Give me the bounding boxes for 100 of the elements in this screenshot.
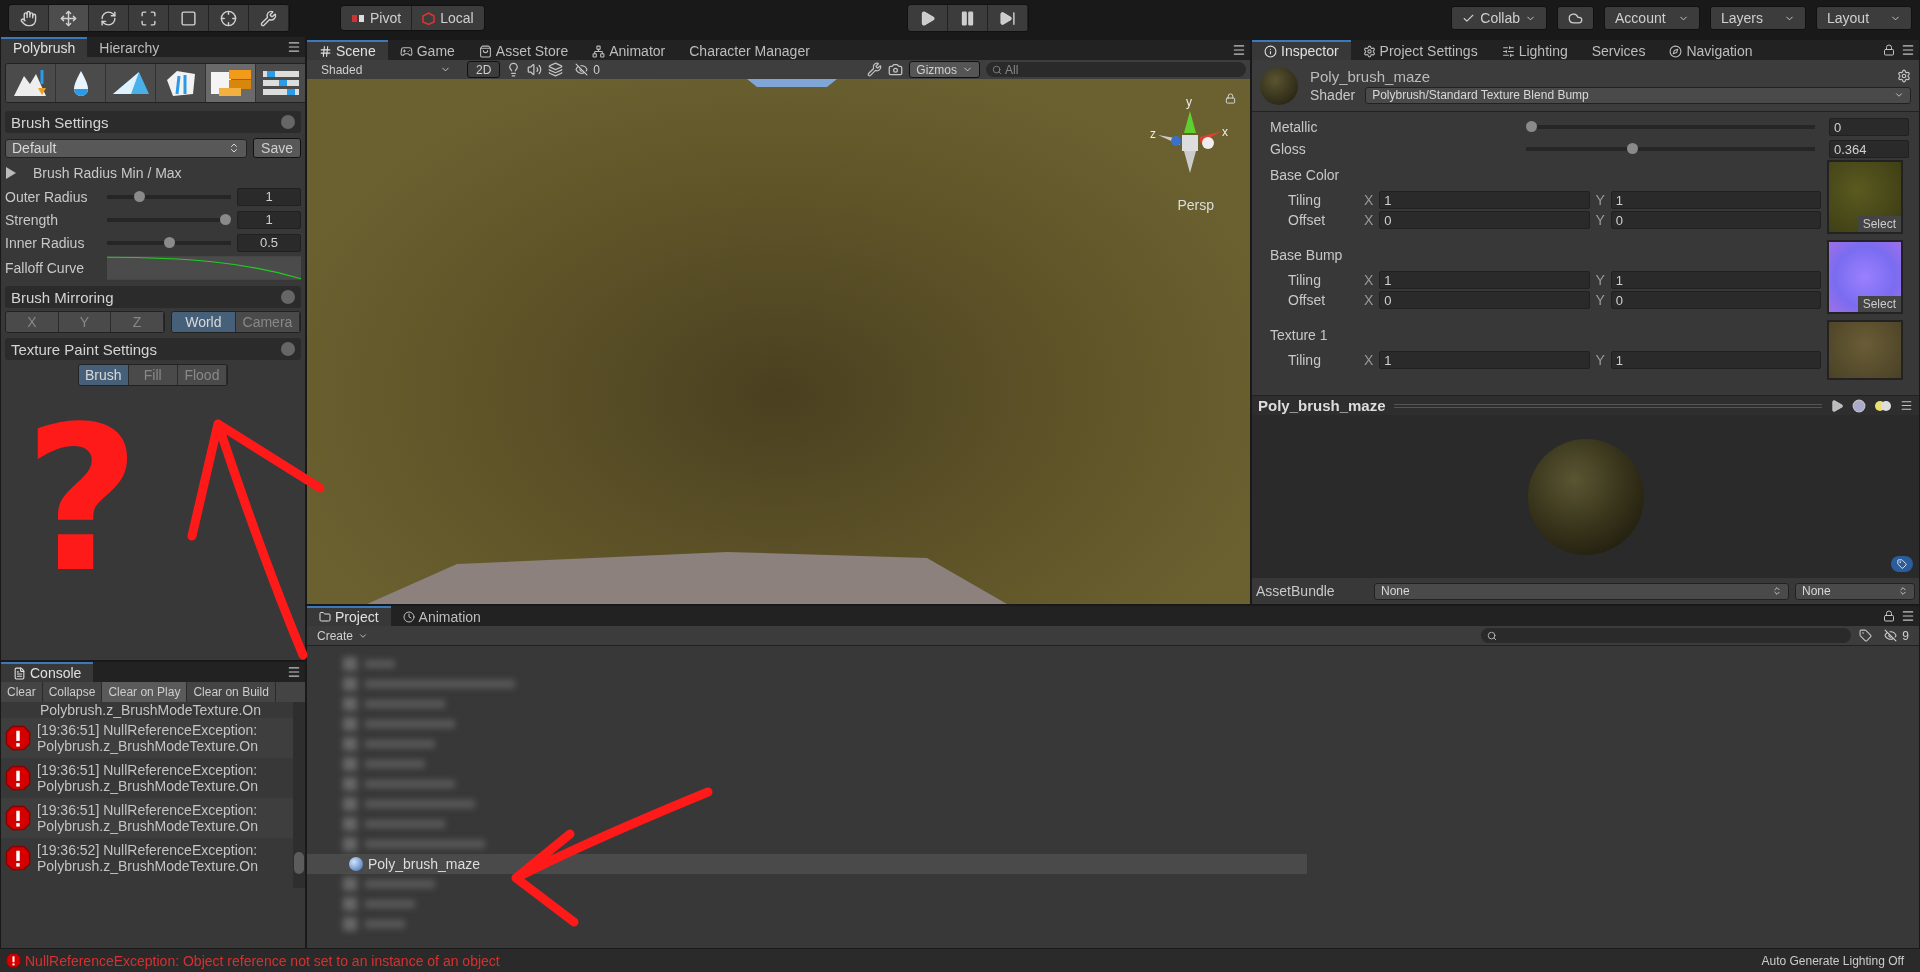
panel-tab[interactable]: Project Settings (1350, 40, 1490, 60)
number-field[interactable]: 1 (1610, 351, 1821, 369)
paint-mode-toggle[interactable]: Brush (79, 365, 129, 385)
number-field[interactable]: 0 (1829, 118, 1909, 136)
slider-thumb[interactable] (134, 190, 146, 202)
help-icon[interactable] (281, 342, 295, 356)
light-icon[interactable] (1874, 399, 1892, 412)
foldout-label[interactable]: Brush Radius Min / Max (33, 165, 182, 181)
number-field[interactable]: 0 (1610, 291, 1821, 309)
mode-button[interactable] (106, 64, 156, 102)
space-toggle[interactable]: World (171, 312, 236, 332)
texture-thumbnail[interactable] (1827, 320, 1903, 380)
hidden-objects-toggle[interactable]: 0 (569, 61, 607, 78)
settings-icon[interactable] (1897, 69, 1911, 83)
scrollbar[interactable] (293, 702, 305, 888)
mode-button[interactable] (56, 64, 106, 102)
number-field[interactable]: 0.364 (1829, 140, 1909, 158)
shader-dropdown[interactable]: Polybrush/Standard Texture Blend Bump (1365, 86, 1911, 104)
step-button[interactable] (987, 5, 1028, 31)
preset-dropdown[interactable]: Default (5, 138, 248, 158)
panel-tab[interactable]: Scene (307, 40, 388, 60)
number-field[interactable]: 0 (1610, 211, 1821, 229)
menu-icon[interactable] (1901, 609, 1915, 623)
slider-thumb[interactable] (220, 213, 231, 225)
tag-icon[interactable] (1859, 629, 1873, 642)
number-field[interactable]: 1 (237, 187, 301, 206)
menu-icon[interactable] (1232, 43, 1246, 57)
number-field[interactable]: 1 (1379, 351, 1590, 369)
menu-icon[interactable] (1901, 43, 1915, 57)
panel-tab[interactable]: Project (307, 606, 391, 626)
foldout-arrow-icon[interactable] (5, 166, 17, 180)
texture-thumbnail[interactable]: Select (1827, 160, 1903, 234)
mode-button[interactable] (6, 64, 56, 102)
account-dropdown[interactable]: Account (1604, 6, 1700, 30)
console-toolbar-button[interactable]: Clear on Play (102, 682, 188, 702)
number-field[interactable]: 1 (1379, 271, 1590, 289)
console-tab[interactable]: Console (1, 662, 94, 682)
log-entry[interactable]: [19:36:51] NullReferenceException: Polybrush.z_BrushModeTexture.On (1, 718, 293, 758)
tools-icon[interactable] (867, 62, 883, 77)
hidden-count-toggle[interactable]: 9 (1880, 627, 1913, 644)
sphere-icon[interactable] (1852, 398, 1866, 413)
audio-icon[interactable] (527, 62, 543, 77)
number-field[interactable]: 0.5 (237, 233, 301, 252)
panel-tab[interactable]: Lighting (1489, 40, 1580, 60)
panel-tab[interactable]: Services (1579, 40, 1658, 60)
tool-button[interactable] (169, 5, 209, 31)
play-icon[interactable] (1830, 398, 1844, 413)
lock-icon[interactable] (1883, 610, 1895, 622)
number-field[interactable]: 0 (1379, 291, 1590, 309)
menu-icon[interactable] (287, 665, 301, 679)
texture-thumbnail[interactable]: Select (1827, 240, 1903, 314)
search-field[interactable]: All (986, 62, 1246, 77)
layers-dropdown[interactable]: Layers (1710, 6, 1806, 30)
log-entry[interactable]: [19:36:51] NullReferenceException: Polybrush.z_BrushModeTexture.On (1, 798, 293, 838)
effects-icon[interactable] (548, 62, 564, 77)
lock-icon[interactable] (1883, 44, 1895, 56)
panel-tab[interactable]: Animator (580, 40, 678, 60)
tool-button[interactable] (209, 5, 249, 31)
number-field[interactable]: 1 (237, 210, 301, 229)
slider-thumb[interactable] (1526, 121, 1537, 132)
tool-button[interactable] (49, 5, 89, 31)
mode-button[interactable] (156, 64, 206, 102)
asset-item[interactable]: Poly_brush_maze (307, 854, 1307, 874)
number-field[interactable]: 1 (1610, 271, 1821, 289)
panel-tab[interactable]: Polybrush (1, 37, 88, 57)
collab-dropdown[interactable]: Collab (1451, 6, 1547, 30)
mode-button[interactable] (206, 64, 256, 102)
pause-button[interactable] (947, 5, 988, 31)
mode-button[interactable] (256, 64, 305, 102)
save-button[interactable]: Save (253, 138, 301, 158)
number-field[interactable]: 1 (1379, 191, 1590, 209)
2d-toggle[interactable]: 2D (467, 61, 501, 78)
number-field[interactable]: 1 (1610, 191, 1821, 209)
panel-tab[interactable]: Navigation (1657, 40, 1765, 60)
shading-dropdown[interactable]: Shaded (311, 61, 461, 78)
tool-button[interactable] (89, 5, 129, 31)
pivot-toggle[interactable]: Pivot (341, 6, 413, 30)
tool-button[interactable] (249, 5, 289, 31)
tool-button[interactable] (9, 5, 49, 31)
help-icon[interactable] (281, 290, 295, 304)
slider-thumb[interactable] (163, 236, 175, 248)
layout-dropdown[interactable]: Layout (1816, 6, 1912, 30)
camera-icon[interactable] (888, 62, 904, 77)
select-button[interactable]: Select (1857, 216, 1901, 232)
label-tag-button[interactable] (1891, 556, 1913, 572)
select-button[interactable]: Select (1857, 296, 1901, 312)
panel-tab[interactable]: Animation (390, 606, 493, 626)
help-icon[interactable] (281, 115, 295, 129)
panel-tab[interactable]: Asset Store (466, 40, 581, 60)
variant-dropdown[interactable]: None (1795, 582, 1915, 600)
falloff-curve-field[interactable] (107, 256, 301, 280)
play-button[interactable] (907, 5, 948, 31)
panel-tab[interactable]: Hierarchy (87, 37, 172, 57)
asset-bundle-dropdown[interactable]: None (1374, 582, 1789, 600)
local-toggle[interactable]: Local (412, 6, 484, 30)
menu-icon[interactable] (287, 40, 301, 54)
search-field[interactable] (1481, 628, 1852, 643)
panel-tab[interactable]: Character Manager (677, 40, 822, 60)
projection-label[interactable]: Persp (1177, 197, 1214, 213)
number-field[interactable]: 0 (1379, 211, 1590, 229)
